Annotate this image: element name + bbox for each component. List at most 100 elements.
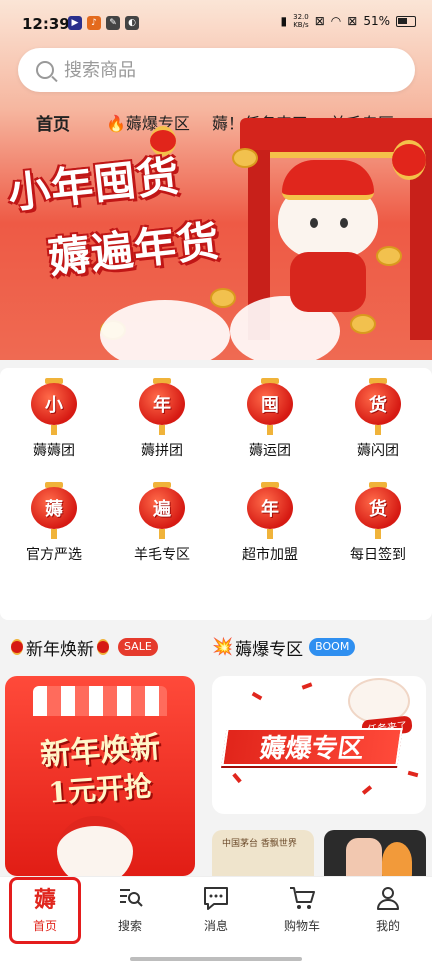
product-card-bag[interactable] — [324, 830, 426, 880]
mascot-hat — [282, 160, 374, 200]
message-icon — [201, 883, 231, 913]
product-title: 中国茅台 香飘世界 — [222, 839, 297, 849]
network-speed: 32.0 KB/s — [293, 13, 309, 29]
search-input[interactable] — [64, 59, 364, 81]
header-banner: 12:39 ▶ ♪ ✎ ◐ ▮ 32.0 KB/s ⊠ ◠ ⊠ 51% 首页 🔥… — [0, 0, 432, 360]
notification-app-icon: ▶ — [68, 16, 82, 30]
confetti-decoration — [361, 785, 373, 795]
section-title: 薅爆专区 — [235, 639, 304, 660]
battery-percent: 51% — [363, 14, 390, 28]
haobao-promo-card[interactable]: 任务来了 薅爆专区 — [212, 676, 426, 814]
product-image — [382, 842, 412, 880]
lantern-char: 囤 — [261, 395, 279, 416]
tab-haobao[interactable]: 🔥薅爆专区 — [106, 110, 190, 134]
lantern-icon — [11, 639, 23, 655]
nav-home[interactable]: 薅 首页 — [10, 883, 80, 945]
lantern-icon: 货 — [355, 482, 401, 540]
nav-label: 我的 — [375, 919, 400, 933]
mascot-eye — [340, 218, 348, 228]
lantern-char: 货 — [369, 395, 387, 416]
banner-headline[interactable]: 小年囤货 薅遍年货 — [6, 151, 278, 286]
entry-label: 超市加盟 — [242, 547, 298, 563]
bottom-navigation: 薅 首页 搜索 消息 购物车 我的 — [0, 876, 432, 964]
section-title: 新年焕新 — [26, 639, 94, 660]
notification-app-icon: ♪ — [87, 16, 101, 30]
fire-icon: 🔥 — [106, 114, 126, 133]
entry-official-select[interactable]: 薅 官方严选 — [0, 482, 108, 572]
nav-messages[interactable]: 消息 — [181, 883, 251, 945]
lantern-char: 年 — [153, 395, 171, 416]
search-bar[interactable] — [18, 48, 415, 92]
entry-hao-yuntuan[interactable]: 囤 薅运团 — [216, 378, 324, 468]
battery-icon — [396, 15, 416, 27]
stall-awning-decoration — [33, 686, 167, 716]
quick-entry-grid: 小 薅薅团 年 薅拼团 囤 薅运团 货 薅闪团 薅 官方严选 遍 羊毛专区 年 … — [0, 378, 432, 572]
wifi-icon: ◠ — [330, 14, 342, 28]
lantern-icon: 年 — [247, 482, 293, 540]
lantern-icon: 囤 — [247, 378, 293, 436]
entry-label: 薅拼团 — [141, 443, 183, 459]
section-new-year-header[interactable]: 新年焕新 SALE — [8, 634, 158, 660]
confetti-decoration — [407, 770, 419, 778]
lantern-icon: 薅 — [31, 482, 77, 540]
sim-off-icon: ⊠ — [314, 14, 325, 28]
tab-home[interactable]: 首页 — [36, 110, 70, 135]
status-time: 12:39 — [22, 15, 70, 33]
network-speed-unit: KB/s — [293, 21, 309, 29]
lantern-icon — [97, 639, 109, 655]
entry-haohao-group[interactable]: 小 薅薅团 — [0, 378, 108, 468]
entry-label: 薅闪团 — [357, 443, 399, 459]
banner-line-2: 薅遍年货 — [45, 216, 222, 283]
lantern-char: 薅 — [45, 499, 63, 520]
entry-label: 薅薅团 — [33, 443, 75, 459]
nav-profile[interactable]: 我的 — [353, 883, 423, 945]
confetti-decoration — [301, 682, 313, 690]
quick-entry-card: 小 薅薅团 年 薅拼团 囤 薅运团 货 薅闪团 薅 官方严选 遍 羊毛专区 年 … — [0, 368, 432, 620]
status-right: ▮ 32.0 KB/s ⊠ ◠ ⊠ 51% — [281, 13, 416, 29]
lantern-icon: 小 — [31, 378, 77, 436]
product-card-maotai[interactable]: 中国茅台 香飘世界 — [212, 830, 314, 880]
lantern-char: 遍 — [153, 499, 171, 520]
entry-supermarket-join[interactable]: 年 超市加盟 — [216, 482, 324, 572]
gold-coin-decoration — [210, 288, 236, 308]
mascot-eye — [310, 218, 318, 228]
search-icon — [36, 61, 54, 79]
entry-label: 羊毛专区 — [134, 547, 190, 563]
lantern-decoration — [392, 140, 426, 180]
entry-label: 薅运团 — [249, 443, 291, 459]
entry-daily-checkin[interactable]: 货 每日签到 — [324, 482, 432, 572]
gesture-home-bar[interactable] — [130, 957, 302, 961]
vibrate-icon: ▮ — [280, 14, 288, 28]
lion-mascot-illustration — [268, 160, 388, 330]
nav-label: 购物车 — [283, 919, 320, 933]
entry-label: 每日签到 — [350, 547, 406, 563]
notification-app-icon: ◐ — [125, 16, 139, 30]
network-speed-value: 32.0 — [293, 13, 309, 21]
boom-badge: BOOM — [309, 638, 356, 656]
confetti-decoration — [232, 772, 242, 784]
confetti-decoration — [251, 691, 263, 701]
status-bar: 12:39 ▶ ♪ ✎ ◐ ▮ 32.0 KB/s ⊠ ◠ ⊠ 51% — [0, 0, 432, 46]
new-year-promo-card[interactable]: 新年焕新 1元开抢 — [5, 676, 195, 876]
lantern-char: 货 — [369, 499, 387, 520]
nav-label: 搜索 — [117, 919, 142, 933]
lantern-icon: 遍 — [139, 482, 185, 540]
cloud-decoration — [100, 300, 230, 360]
explosion-icon: 💥 — [212, 637, 234, 657]
entry-hao-shantuan[interactable]: 货 薅闪团 — [324, 378, 432, 468]
lantern-char: 年 — [261, 499, 279, 520]
search-list-icon — [115, 883, 145, 913]
entry-hao-pintuan[interactable]: 年 薅拼团 — [108, 378, 216, 468]
nav-label: 消息 — [203, 919, 228, 933]
mascot-body — [290, 252, 366, 312]
nav-cart[interactable]: 购物车 — [267, 883, 337, 945]
nav-search[interactable]: 搜索 — [95, 883, 165, 945]
lantern-icon: 货 — [355, 378, 401, 436]
status-app-icons: ▶ ♪ ✎ ◐ — [68, 16, 139, 30]
section-haobao-header[interactable]: 💥 薅爆专区 BOOM — [212, 634, 356, 660]
signal-off-icon: ⊠ — [347, 14, 358, 28]
entry-wool-zone[interactable]: 遍 羊毛专区 — [108, 482, 216, 572]
profile-icon — [373, 883, 403, 913]
haobao-card-title: 薅爆专区 — [221, 728, 403, 766]
entry-label: 官方严选 — [26, 547, 82, 563]
